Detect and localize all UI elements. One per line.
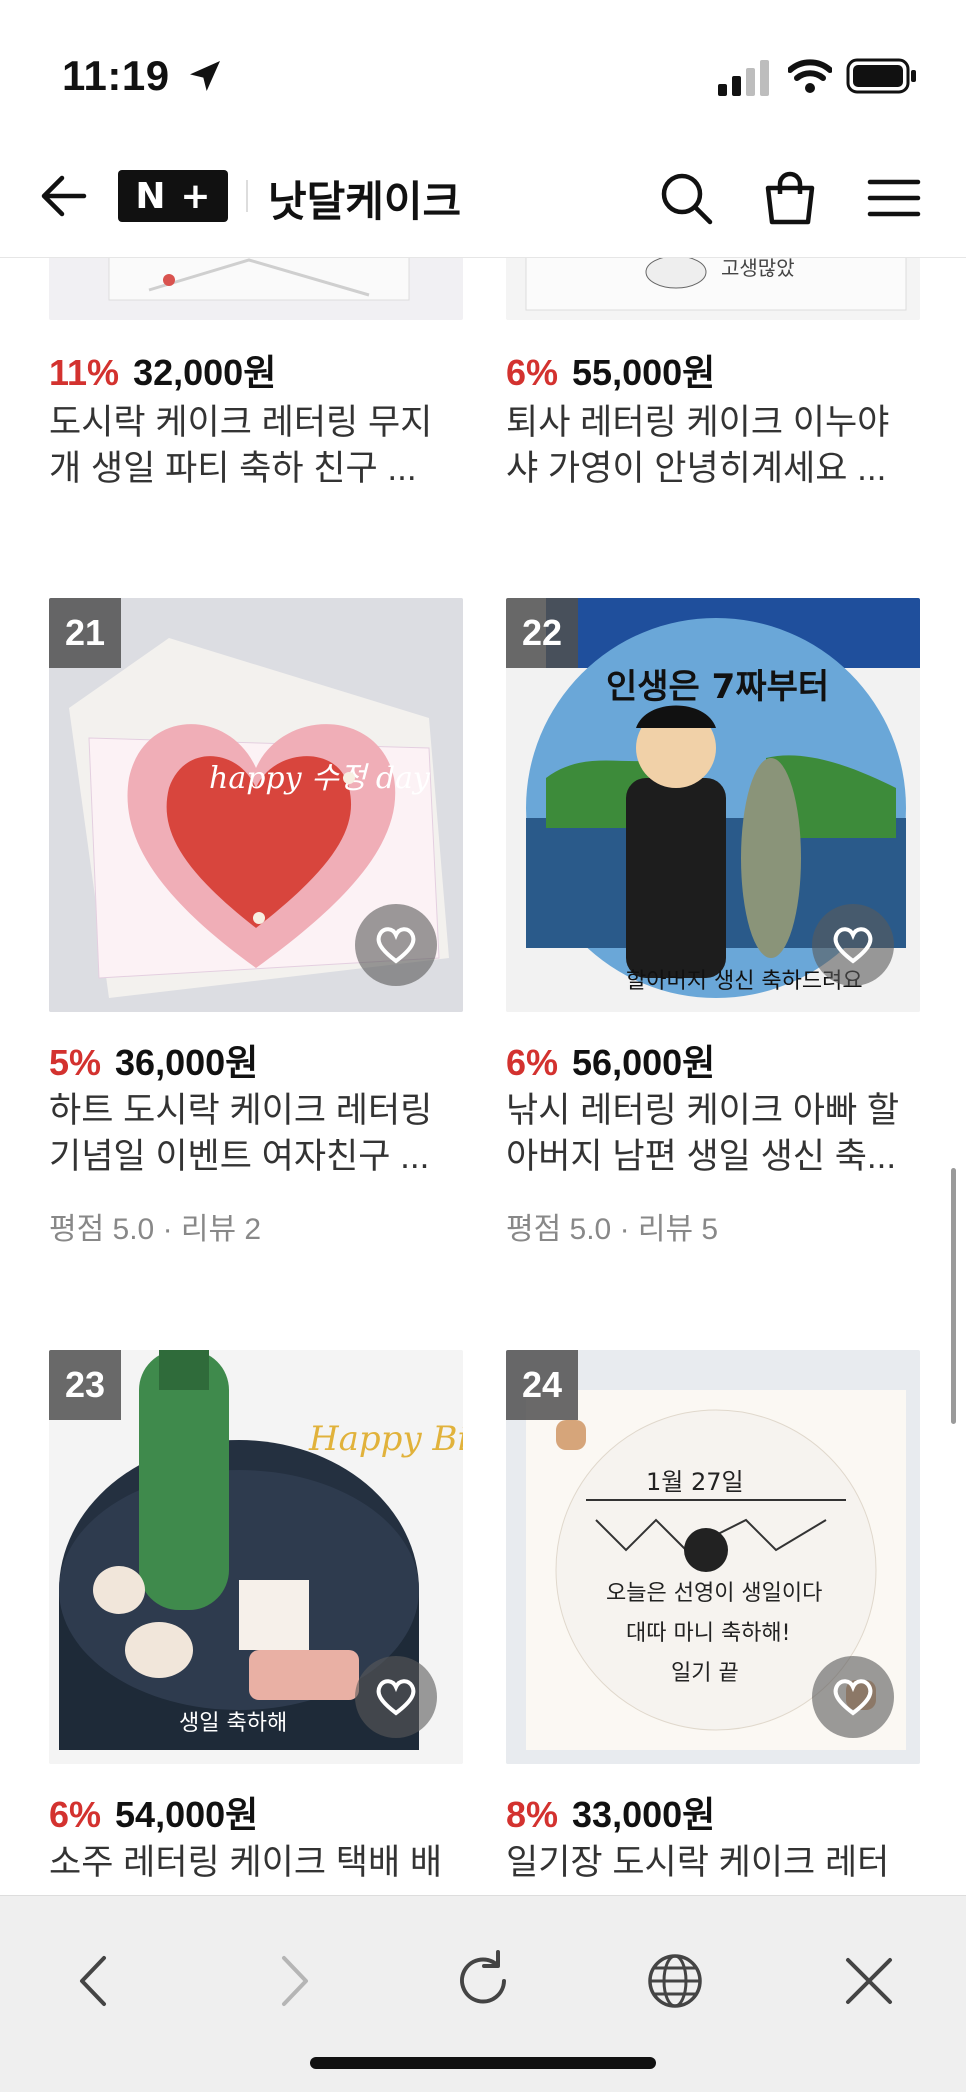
product-image[interactable]: 1월 27일 오늘은 선영이 생일이다 대따 마니 축하해! 일기 끝 24 xyxy=(506,1350,920,1764)
product-title[interactable]: 퇴사 레터링 케이크 이누야 샤 가영이 안녕히계세요 ... xyxy=(506,400,920,492)
logo-plus: + xyxy=(180,175,211,217)
product-price: 6% 54,000원 xyxy=(49,1786,258,1838)
heart-icon xyxy=(833,927,873,964)
rank-badge: 23 xyxy=(49,1350,121,1420)
product-price: 8% 33,000원 xyxy=(506,1786,715,1838)
product-rating: 평점 5.0 · 리뷰 5 xyxy=(506,1213,719,1246)
product-title[interactable]: 낚시 레터링 케이크 아빠 할 아버지 남편 생일 생신 축... xyxy=(506,1088,920,1180)
rank-badge: 22 xyxy=(506,598,578,668)
sale-price: 33,000원 xyxy=(572,1794,716,1835)
sale-price: 32,000원 xyxy=(133,352,277,393)
close-icon[interactable] xyxy=(834,1946,904,2016)
wishlist-heart-button[interactable] xyxy=(355,904,437,986)
reload-icon[interactable] xyxy=(448,1946,518,2016)
svg-text:고생많았: 고생많았 xyxy=(721,256,795,280)
sale-price: 55,000원 xyxy=(572,352,716,393)
cake-lettering: 오늘은 선영이 생일이다 xyxy=(606,1581,822,1606)
cake-topper-text: Happy Birthday xyxy=(308,1419,463,1459)
product-image[interactable]: Happy Birthday 생일 축하해 23 xyxy=(49,1350,463,1764)
discount-rate: 11% xyxy=(49,352,120,393)
menu-icon[interactable] xyxy=(864,168,924,228)
heart-icon xyxy=(376,927,416,964)
discount-rate: 8% xyxy=(506,1794,559,1835)
product-title[interactable]: 소주 레터링 케이크 택배 배 xyxy=(49,1840,463,1886)
back-arrow-icon[interactable] xyxy=(36,168,92,224)
store-name[interactable]: 낫달케이크 xyxy=(268,168,461,229)
cake-lettering: happy 수정 day xyxy=(209,761,431,796)
discount-rate: 6% xyxy=(506,352,559,393)
product-image[interactable]: happy 수정 day 21 xyxy=(49,598,463,1012)
chevron-right-icon[interactable] xyxy=(258,1946,328,2016)
product-title[interactable]: 도시락 케이크 레터링 무지 개 생일 파티 축하 친구 ... xyxy=(49,400,463,492)
globe-icon[interactable] xyxy=(640,1946,710,2016)
store-header: N + 낫달케이크 xyxy=(0,140,966,258)
header-divider xyxy=(246,180,248,212)
rank-badge: 21 xyxy=(49,598,121,668)
product-price: 6% 56,000원 xyxy=(506,1034,715,1086)
product-image[interactable]: 인생은 7짜부터 할아버지 생신 축하드려요 22 xyxy=(506,598,920,1012)
product-title[interactable]: 일기장 도시락 케이크 레터 xyxy=(506,1840,920,1886)
heart-icon xyxy=(376,1679,416,1716)
sale-price: 54,000원 xyxy=(115,1794,259,1835)
logo-n: N xyxy=(135,175,166,217)
cake-lettering: 대따 마니 축하해! xyxy=(626,1621,791,1646)
product-price: 5% 36,000원 xyxy=(49,1034,258,1086)
home-indicator xyxy=(310,2057,656,2069)
product-grid: 11% 32,000원 도시락 케이크 레터링 무지 개 생일 파티 축하 친구 .… xyxy=(0,0,966,2092)
discount-rate: 6% xyxy=(506,1042,559,1083)
naver-plus-logo[interactable]: N + xyxy=(118,170,228,222)
sale-price: 56,000원 xyxy=(572,1042,716,1083)
cake-lettering: 인생은 7짜부터 xyxy=(606,667,829,707)
product-price: 6% 55,000원 xyxy=(506,344,715,396)
product-rating: 평점 5.0 · 리뷰 2 xyxy=(49,1213,262,1246)
cake-lettering: 1월 27일 xyxy=(646,1468,744,1496)
scroll-indicator[interactable] xyxy=(951,1168,956,1424)
discount-rate: 5% xyxy=(49,1042,102,1083)
wishlist-heart-button[interactable] xyxy=(355,1656,437,1738)
sale-price: 36,000원 xyxy=(115,1042,259,1083)
product-title[interactable]: 하트 도시락 케이크 레터링 기념일 이벤트 여자친구 ... xyxy=(49,1088,463,1180)
heart-icon xyxy=(833,1679,873,1716)
cake-lettering: 생일 축하해 xyxy=(179,1711,287,1736)
shopping-bag-icon[interactable] xyxy=(760,168,820,228)
search-icon[interactable] xyxy=(656,168,716,228)
chevron-left-icon[interactable] xyxy=(60,1946,130,2016)
rank-badge: 24 xyxy=(506,1350,578,1420)
discount-rate: 6% xyxy=(49,1794,102,1835)
cake-lettering: 일기 끝 xyxy=(671,1661,739,1686)
product-price: 11% 32,000원 xyxy=(49,344,276,396)
wishlist-heart-button[interactable] xyxy=(812,904,894,986)
wishlist-heart-button[interactable] xyxy=(812,1656,894,1738)
